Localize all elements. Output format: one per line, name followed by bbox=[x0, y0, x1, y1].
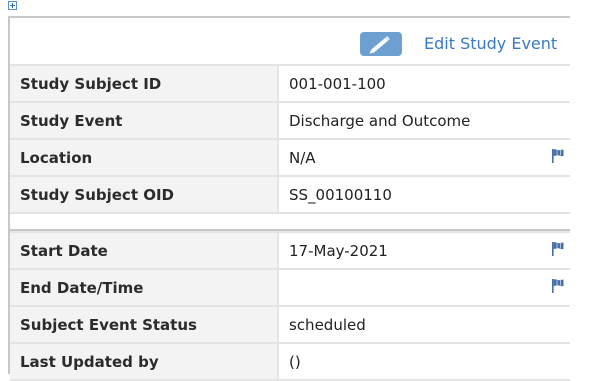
row-value: Discharge and Outcome bbox=[278, 102, 570, 140]
row-value-text: N/A bbox=[289, 148, 316, 167]
table-row: End Date/Time bbox=[10, 269, 570, 307]
event-info-table: Start Date 17-May-2021 End Date/Time Subjec… bbox=[10, 231, 570, 381]
table-row: Location N/A bbox=[10, 139, 570, 177]
pencil-icon[interactable] bbox=[360, 32, 402, 56]
row-value-text: scheduled bbox=[289, 315, 366, 334]
row-value: N/A bbox=[278, 139, 570, 177]
table-row: Study Event Discharge and Outcome bbox=[10, 102, 570, 140]
table-row: Subject Event Status scheduled bbox=[10, 306, 570, 344]
row-value-text: 17-May-2021 bbox=[289, 241, 388, 260]
table-row: Start Date 17-May-2021 bbox=[10, 232, 570, 270]
flag-icon[interactable] bbox=[552, 279, 564, 293]
row-label: End Date/Time bbox=[10, 269, 279, 307]
row-value bbox=[278, 269, 570, 307]
edit-study-event-link[interactable]: Edit Study Event bbox=[424, 34, 557, 53]
row-label: Last Updated by bbox=[10, 343, 279, 381]
panel-header: Edit Study Event bbox=[10, 18, 570, 62]
subject-info-table: Study Subject ID 001-001-100 Study Event Di… bbox=[10, 64, 570, 214]
section-divider bbox=[10, 214, 570, 231]
row-value-text: Discharge and Outcome bbox=[289, 111, 471, 130]
expand-icon[interactable] bbox=[8, 1, 17, 10]
row-label: Study Subject OID bbox=[10, 176, 279, 214]
row-label: Study Subject ID bbox=[10, 65, 279, 103]
flag-icon[interactable] bbox=[552, 149, 564, 163]
row-label: Subject Event Status bbox=[10, 306, 279, 344]
row-value: SS_00100110 bbox=[278, 176, 570, 214]
row-value-text: () bbox=[289, 352, 301, 371]
study-event-panel: Edit Study Event Study Subject ID 001-001… bbox=[8, 16, 570, 381]
flag-icon[interactable] bbox=[552, 242, 564, 256]
row-value: 17-May-2021 bbox=[278, 232, 570, 270]
row-value: scheduled bbox=[278, 306, 570, 344]
table-row: Last Updated by () bbox=[10, 343, 570, 381]
row-value: 001-001-100 bbox=[278, 65, 570, 103]
row-label: Location bbox=[10, 139, 279, 177]
row-label: Start Date bbox=[10, 232, 279, 270]
row-value-text: SS_00100110 bbox=[289, 185, 392, 204]
table-row: Study Subject ID 001-001-100 bbox=[10, 65, 570, 103]
row-value: () bbox=[278, 343, 570, 381]
table-row: Study Subject OID SS_00100110 bbox=[10, 176, 570, 214]
row-value-text: 001-001-100 bbox=[289, 74, 386, 93]
row-label: Study Event bbox=[10, 102, 279, 140]
